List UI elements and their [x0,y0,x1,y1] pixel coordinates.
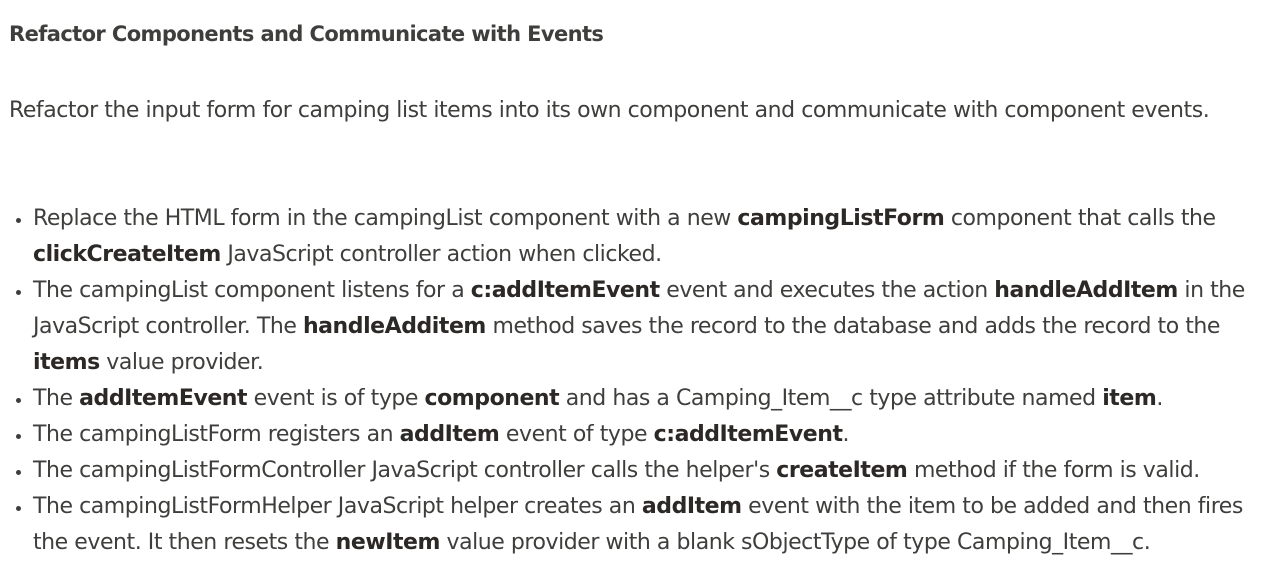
requirement-text: JavaScript controller action when clicke… [220,242,662,267]
requirement-text: Replace the HTML form in the campingList… [33,206,738,231]
requirement-text: value provider with a blank sObjectType … [439,530,1151,555]
requirement-item: Replace the HTML form in the campingList… [33,201,1271,273]
requirement-text: The [33,386,80,411]
requirement-keyword: component [424,386,560,411]
requirement-text: The campingList component listens for a [33,278,471,303]
requirements-list: Replace the HTML form in the campingList… [9,201,1271,561]
requirement-keyword: c:addItemEvent [470,278,660,303]
requirement-text: event of type [499,422,654,447]
requirement-keyword: campingListForm [737,206,945,231]
requirement-keyword: c:addItemEvent [653,422,843,447]
requirement-item: The campingListFormController JavaScript… [33,453,1271,489]
section-title: Refactor Components and Communicate with… [9,22,604,46]
requirement-keyword: newItem [335,530,441,555]
requirement-text: component that calls the [944,206,1216,231]
requirement-text: value provider. [99,350,264,375]
requirement-text: The campingListForm registers an [33,422,400,447]
requirement-keyword: addItem [399,422,500,447]
requirement-text: method saves the record to the database … [485,314,1221,339]
requirement-item: The campingListForm registers an addItem… [33,417,1271,453]
requirement-text: . [1156,386,1163,411]
requirement-keyword: createItem [776,458,908,483]
requirement-keyword: addItemEvent [79,386,248,411]
requirement-text: . [842,422,850,447]
requirement-item: The campingListFormHelper JavaScript hel… [33,489,1271,561]
requirement-keyword: addItem [641,494,742,519]
intro-paragraph: Refactor the input form for camping list… [9,98,1210,123]
requirement-keyword: handleAddItem [994,278,1178,303]
requirement-text: method if the form is valid. [907,458,1200,483]
requirement-keyword: items [33,350,100,375]
requirement-keyword: handleAdditem [302,314,486,339]
requirement-item: The campingList component listens for a … [33,273,1271,381]
requirement-text: event is of type [247,386,425,411]
requirement-keyword: item [1102,386,1157,411]
requirement-item: The addItemEvent event is of type compon… [33,381,1271,417]
requirement-text: The campingListFormController JavaScript… [33,458,777,483]
requirement-keyword: clickCreateItem [33,242,221,267]
requirement-text: The campingListFormHelper JavaScript hel… [33,494,642,519]
requirement-text: and has a Camping_Item__c type attribute… [559,386,1103,411]
requirement-text: event and executes the action [659,278,995,303]
